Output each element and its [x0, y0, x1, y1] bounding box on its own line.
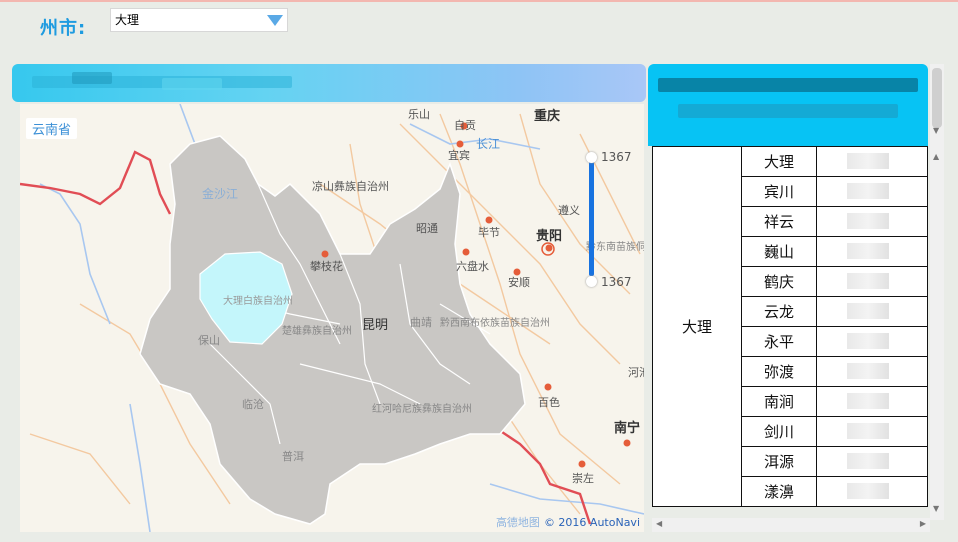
- county-cell: 南涧: [741, 386, 817, 417]
- mosaic-blur: [847, 423, 889, 439]
- map-credit: 高德地图 © 2016 AutoNavi: [496, 514, 640, 530]
- county-cell: 弥渡: [741, 356, 817, 387]
- slider-min-handle[interactable]: [586, 276, 597, 287]
- mosaic-blur: [847, 483, 889, 499]
- map-label: 红河哈尼族彝族自治州: [372, 402, 472, 415]
- map-title-bar: [12, 64, 646, 102]
- mosaic-blur: [847, 213, 889, 229]
- mosaic-blur: [847, 303, 889, 319]
- county-table: 大理 大理 宾川 祥云 巍山 鹤庆 云龙 永平 弥渡 南涧 剑川 洱源 漾濞: [652, 146, 928, 507]
- map-label: 宜宾: [448, 148, 470, 162]
- map-label: 南宁: [614, 420, 640, 436]
- map-label: 金沙江: [202, 186, 238, 201]
- map-label: 河池: [628, 366, 644, 379]
- scroll-up-icon[interactable]: ▼: [933, 126, 939, 135]
- map-label: 昭通: [416, 222, 438, 235]
- value-cell-obscured: [816, 386, 928, 417]
- map-label: 百色: [538, 395, 560, 409]
- mosaic-blur: [847, 243, 889, 259]
- value-cell-obscured: [816, 356, 928, 387]
- county-cell: 云龙: [741, 296, 817, 327]
- chevron-down-icon[interactable]: [267, 15, 283, 26]
- value-cell-obscured: [816, 446, 928, 477]
- mosaic-blur: [847, 273, 889, 289]
- map-canvas[interactable]: 乐山 重庆 自贡 宜宾 长江 金沙江 凉山彝族自治州 遵义 毕节 贵阳 昭通 攀…: [20, 104, 644, 532]
- province-label: 云南省: [26, 118, 78, 139]
- top-border: [0, 0, 958, 2]
- map-provider-logo: 高德地图: [495, 516, 540, 529]
- blurred-header-block: [678, 104, 898, 118]
- value-cell-obscured: [816, 266, 928, 297]
- county-cell: 巍山: [741, 236, 817, 267]
- map-label: 毕节: [478, 226, 500, 239]
- map-label: 重庆: [534, 108, 560, 124]
- scroll-thumb[interactable]: [932, 68, 942, 128]
- city-select[interactable]: 大理: [110, 8, 288, 32]
- county-cell: 漾濞: [741, 476, 817, 507]
- slider-min-value: 1367: [601, 275, 632, 289]
- value-cell-obscured: [816, 476, 928, 507]
- map-label: 遵义: [558, 203, 580, 217]
- table-header-blurred: [648, 64, 928, 146]
- value-cell-obscured: [816, 146, 928, 177]
- mosaic-blur: [847, 453, 889, 469]
- map-label: 贵阳: [536, 228, 562, 244]
- blurred-title-block: [162, 78, 222, 90]
- table-horizontal-scrollbar[interactable]: ◀ ▶: [652, 518, 930, 532]
- scroll-down-icon[interactable]: ▼: [933, 504, 939, 513]
- scroll-right-icon[interactable]: ▶: [920, 519, 926, 528]
- county-cell: 永平: [741, 326, 817, 357]
- blurred-header-block: [658, 78, 918, 92]
- county-cell: 鹤庆: [741, 266, 817, 297]
- table-row: 大理 大理: [652, 146, 928, 507]
- county-cell: 大理: [741, 146, 817, 177]
- value-cell-obscured: [816, 206, 928, 237]
- map-label: 乐山: [408, 108, 430, 121]
- table-vertical-scrollbar[interactable]: ▼ ▲ ▼: [930, 64, 944, 520]
- mosaic-blur: [847, 183, 889, 199]
- scroll-up-icon[interactable]: ▲: [933, 152, 939, 161]
- prefecture-cell: 大理: [652, 146, 742, 507]
- value-cell-obscured: [816, 296, 928, 327]
- map-label: 黔西南布依族苗族自治州: [440, 316, 550, 329]
- detail-table-panel: 大理 大理 宾川 祥云 巍山 鹤庆 云龙 永平 弥渡 南涧 剑川 洱源 漾濞 ▼ ▲ ▼ ◀ ▶: [648, 64, 946, 534]
- map-label: 临沧: [242, 397, 264, 411]
- map-label: 昆明: [362, 318, 388, 333]
- map-label: 安顺: [508, 275, 530, 289]
- map-label: 大理白族自治州: [223, 294, 293, 307]
- mosaic-blur: [847, 363, 889, 379]
- county-cell: 剑川: [741, 416, 817, 447]
- map-label: 长江: [476, 137, 500, 151]
- map-label: 凉山彝族自治州: [312, 179, 389, 193]
- map-label: 普洱: [282, 449, 304, 463]
- value-cell-obscured: [816, 326, 928, 357]
- city-filter-label: 州市:: [40, 18, 87, 39]
- map-label: 六盘水: [456, 259, 489, 273]
- blurred-title-block: [72, 72, 112, 84]
- map-label: 楚雄彝族自治州: [282, 324, 352, 337]
- mosaic-blur: [847, 333, 889, 349]
- slider-track[interactable]: [589, 158, 594, 276]
- value-cell-obscured: [816, 176, 928, 207]
- map-label: 自贡: [454, 119, 476, 132]
- map-label: 曲靖: [410, 316, 432, 329]
- map-label: 崇左: [572, 472, 594, 485]
- map-label: 攀枝花: [310, 259, 343, 273]
- map-credit-text: © 2016 AutoNavi: [543, 516, 640, 529]
- map-view[interactable]: 乐山 重庆 自贡 宜宾 长江 金沙江 凉山彝族自治州 遵义 毕节 贵阳 昭通 攀…: [20, 104, 644, 532]
- city-select-value: 大理: [115, 13, 140, 27]
- map-label: 保山: [198, 333, 220, 347]
- county-cell: 宾川: [741, 176, 817, 207]
- visual-map-slider[interactable]: 1367 1367: [586, 148, 636, 289]
- slider-max-handle[interactable]: [586, 152, 597, 163]
- county-cell: 洱源: [741, 446, 817, 477]
- value-cell-obscured: [816, 416, 928, 447]
- mosaic-blur: [847, 153, 889, 169]
- value-cell-obscured: [816, 236, 928, 267]
- mosaic-blur: [847, 393, 889, 409]
- county-cell: 祥云: [741, 206, 817, 237]
- slider-max-value: 1367: [601, 150, 632, 164]
- scroll-left-icon[interactable]: ◀: [656, 519, 662, 528]
